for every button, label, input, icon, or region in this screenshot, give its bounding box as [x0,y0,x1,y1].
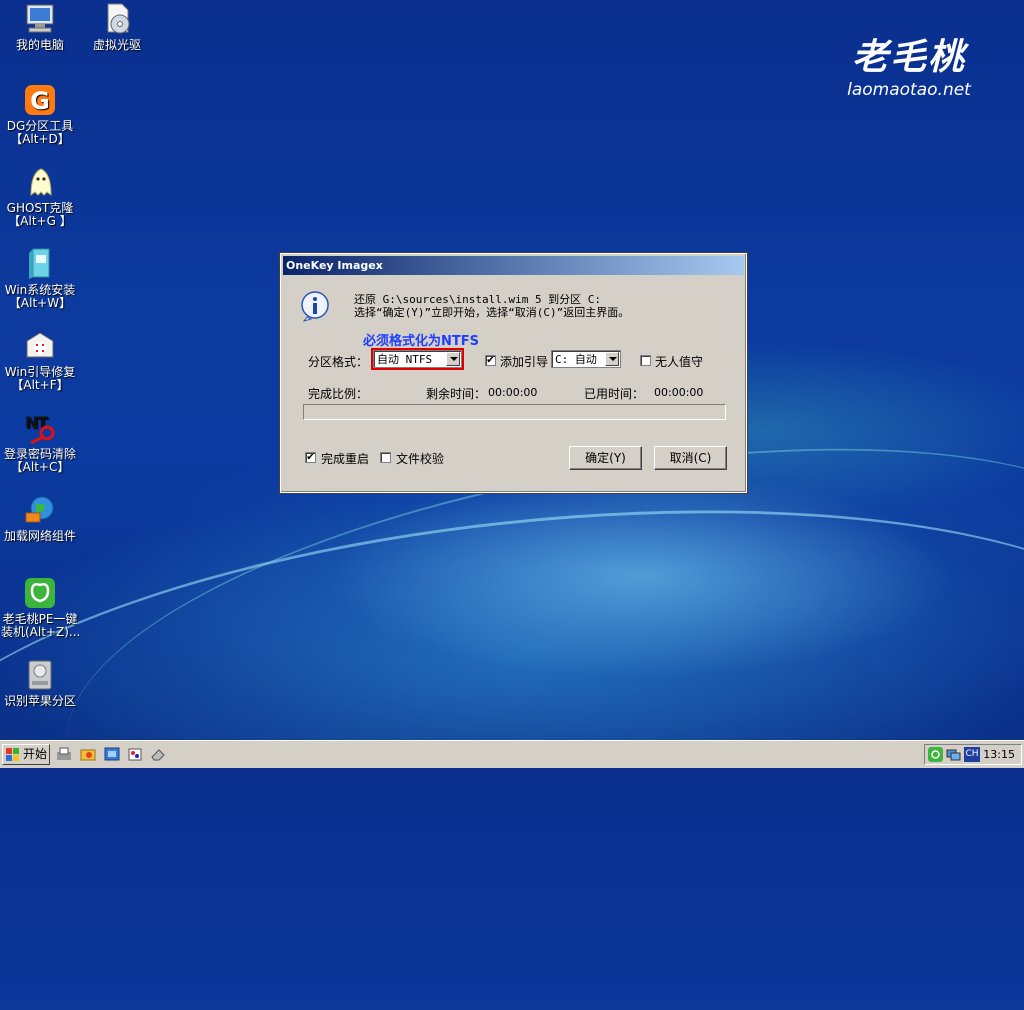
desktop-icon-label: 我的电脑 [15,38,64,52]
progress-label: 完成比例： [308,387,369,401]
install-icon[interactable] [56,746,72,762]
laomaotao-logo: 老毛桃 laomaotao.net [834,28,984,100]
network-globe-icon [25,496,54,523]
windows-logo-icon [6,748,19,761]
logo-url-text: laomaotao.net [847,80,971,100]
message-line-2: 选择“确定(Y)”立即开始，选择“取消(C)”返回主界面。 [354,306,630,319]
language-indicator[interactable]: CH [964,747,980,762]
desktop-icon-dg-partition[interactable]: G DG分区工具 【Alt+D】 [1,83,79,146]
hard-disk-icon [28,660,52,690]
format-select-value: 自动 NTFS [377,353,433,366]
eraser-icon[interactable] [150,746,166,762]
progress-bar [303,404,726,420]
ok-button[interactable]: 确定(Y) [569,446,642,470]
remaining-time-label: 剩余时间： [426,387,487,401]
onekey-imagex-dialog: OneKey Imagex 还原 G:\sources\install.wim … [279,252,748,494]
info-icon [301,291,329,322]
chevron-down-icon[interactable] [446,352,460,366]
desktop-icon-network[interactable]: 加载网络组件 [1,493,79,543]
add-boot-checkbox[interactable]: ✔ [485,355,496,366]
desktop-icon-ghost[interactable]: GHOST克隆 【Alt+G 】 [1,165,79,228]
ghost-icon [30,168,52,197]
boot-select[interactable]: C: 自动 [551,350,621,368]
chevron-down-icon[interactable] [605,352,619,366]
system-tray: CH 13:15 [924,744,1022,765]
network-tray-icon[interactable] [946,747,961,762]
logo-chinese-text: 老毛桃 [851,36,966,78]
message-line-1: 还原 G:\sources\install.wim 5 到分区 C: [354,293,602,306]
checkmark-icon: ✔ [306,452,315,463]
taskbar: 开始 CH 13:15 [0,740,1024,768]
start-button[interactable]: 开始 [2,744,50,765]
paint-icon[interactable] [128,746,144,762]
unattended-label: 无人值守 [655,355,704,369]
checkmark-icon: ✔ [486,355,495,366]
desktop-icon-boot-repair[interactable]: Win引导修复 【Alt+F】 [1,329,79,392]
desktop-icon-my-computer[interactable]: 我的电脑 [1,2,79,52]
ntfs-warning-text: 必须格式化为NTFS [363,334,479,349]
desktop-icon-virtual-drive[interactable]: 虚拟光驱 [78,2,156,52]
dialog-message: 还原 G:\sources\install.wim 5 到分区 C: 选择“确定… [354,293,629,319]
verify-checkbox[interactable] [380,452,391,463]
format-select[interactable]: 自动 NTFS [371,348,464,370]
desktop-icon-label: Win系统安装 【Alt+W】 [4,283,76,310]
laomaotao-icon [25,578,55,608]
desktop-icon-password-clear[interactable]: N T 登录密码清除 【Alt+C】 [1,411,79,474]
laomaotao-tray-icon[interactable] [928,747,943,762]
clock: 13:15 [983,748,1015,761]
format-label: 分区格式： [308,355,369,369]
desktop-icon-win-install[interactable]: Win系统安装 【Alt+W】 [1,247,79,310]
add-boot-label: 添加引导 [500,355,549,369]
key-icon: N T [25,413,55,445]
desktop-icon-label: DG分区工具 【Alt+D】 [6,119,74,146]
desktop-icon-apple-partition[interactable]: 识别苹果分区 [1,658,79,708]
desktop-icon-laomaotao-pe[interactable]: 老毛桃PE一键 装机(Alt+Z)... [1,576,81,639]
desktop-icon-label: 老毛桃PE一键 装机(Alt+Z)... [1,612,81,639]
win-install-icon [29,248,50,279]
computer-icon [26,4,54,33]
unattended-checkbox[interactable] [640,355,651,366]
media-icon[interactable] [104,746,120,762]
desktop-icon-label: 虚拟光驱 [92,38,141,52]
dialog-title: OneKey Imagex [286,259,383,272]
reboot-label: 完成重启 [321,452,370,466]
reboot-checkbox[interactable]: ✔ [305,452,316,463]
desktop-icon-label: 登录密码清除 【Alt+C】 [3,447,76,474]
boot-repair-icon [26,332,54,358]
desktop-icon-label: 识别苹果分区 [3,694,76,708]
desktop-icon-label: 加载网络组件 [3,529,76,543]
verify-label: 文件校验 [396,452,445,466]
virtual-cd-icon [107,3,130,34]
desktop-icon-label: GHOST克隆 【Alt+G 】 [6,201,74,228]
elapsed-time-value: 00:00:00 [654,386,704,399]
elapsed-time-label: 已用时间： [584,387,645,401]
explorer-icon[interactable] [80,746,96,762]
start-label: 开始 [23,747,48,761]
boot-select-value: C: 自动 [555,353,597,366]
desktop-icon-label: Win引导修复 【Alt+F】 [4,365,76,392]
svg-text:G: G [30,87,50,115]
dialog-title-bar[interactable]: OneKey Imagex [283,256,744,275]
cancel-button[interactable]: 取消(C) [654,446,727,470]
remaining-time-value: 00:00:00 [488,386,538,399]
diskgenius-icon: G [25,85,55,115]
